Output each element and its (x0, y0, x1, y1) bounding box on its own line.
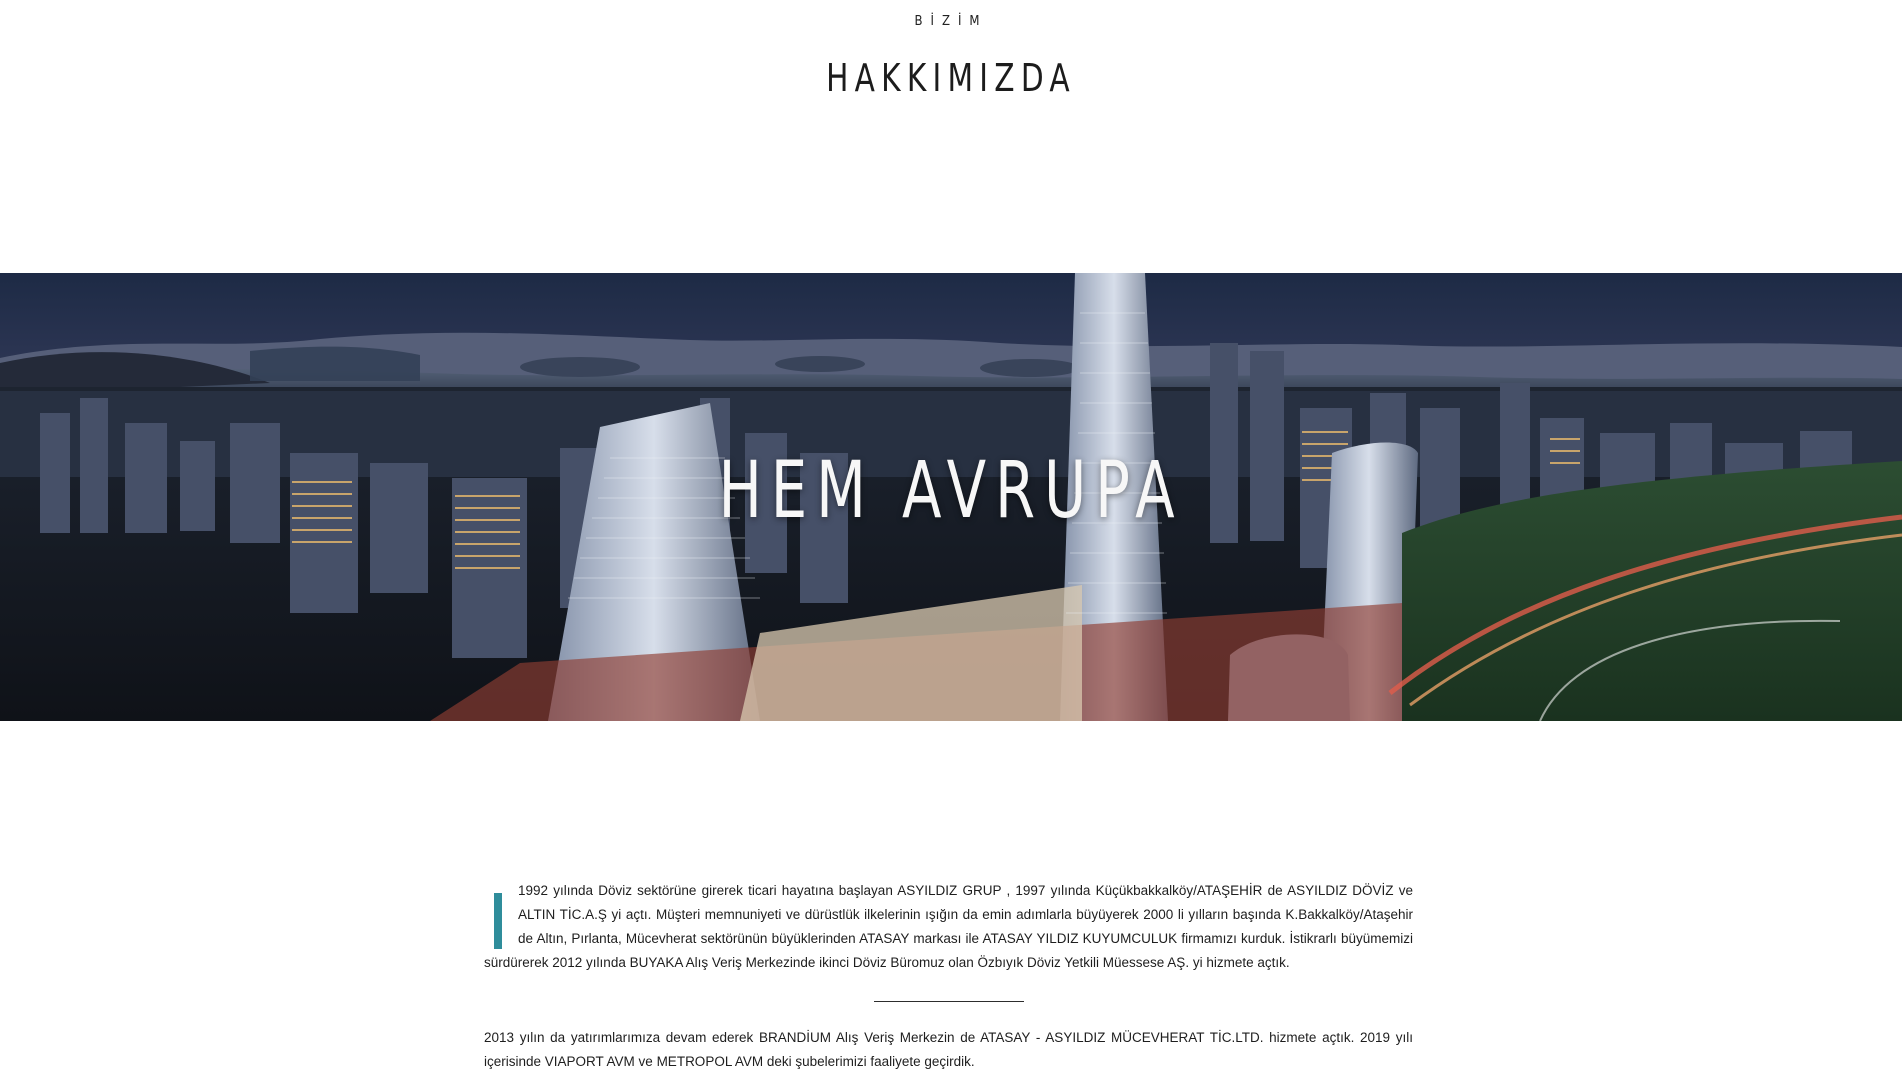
section-divider (873, 1001, 1024, 1002)
page-title: HAKKIMIZDA (826, 56, 1076, 100)
hero-banner: HEM AVRUPA (0, 273, 1902, 721)
about-page: BİZİM HAKKIMIZDA HEM AVRUPA 1992 yılında… (0, 0, 1902, 1075)
article-paragraph-1: 1992 yılında Döviz sektörüne girerek tic… (484, 879, 1413, 975)
article-paragraph-1-text: 1992 yılında Döviz sektörüne girerek tic… (484, 883, 1413, 970)
content-area: BİZİM HAKKIMIZDA HEM AVRUPA 1992 yılında… (0, 0, 1902, 1075)
section-eyebrow: BİZİM (914, 14, 988, 29)
article-paragraph-2: 2013 yılın da yatırımlarımıza devam eder… (484, 1030, 1413, 1069)
hero-title: HEM AVRUPA (718, 446, 1184, 536)
about-article: 1992 yılında Döviz sektörüne girerek tic… (484, 879, 1413, 1074)
dropcap-accent (494, 893, 502, 949)
